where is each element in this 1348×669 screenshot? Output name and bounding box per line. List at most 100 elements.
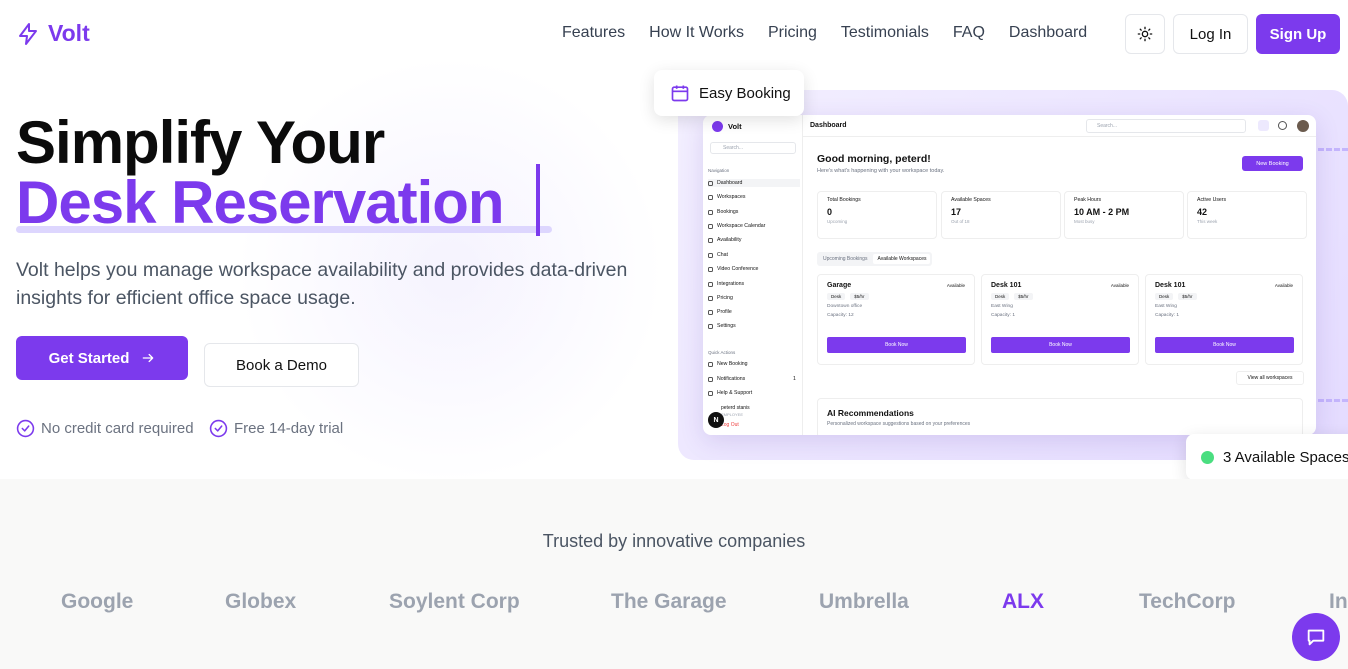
- help-icon: [708, 390, 713, 396]
- chat-icon: [1307, 629, 1325, 646]
- mock-card-tags: Desk $5/hr: [827, 293, 965, 300]
- mock-logout: Log Out: [721, 422, 739, 428]
- trusted-title: Trusted by innovative companies: [542, 531, 806, 551]
- trusted-section: Trusted by innovative companies Google G…: [0, 479, 1348, 669]
- mock-stat-card: Peak Hours 10 AM - 2 PM Most busy: [1064, 191, 1184, 239]
- mock-stat-value: 42: [1197, 207, 1208, 217]
- mock-tab-available: Available Workspaces: [873, 254, 931, 264]
- company-logo: In: [1329, 590, 1348, 613]
- mock-nav-label: Workspaces: [717, 194, 746, 200]
- mock-sidebar: Volt Search... Navigation Dashboard Work…: [703, 115, 803, 435]
- mock-nav-bookings: Bookings: [708, 209, 738, 215]
- landing-page: Volt Features How It Works Pricing Testi…: [0, 0, 1348, 669]
- sun-icon: [1137, 26, 1153, 42]
- company-logo: The Garage: [611, 590, 727, 613]
- mock-tab-upcoming: Upcoming Bookings: [823, 256, 868, 262]
- mock-nav-label: New Booking: [717, 361, 748, 367]
- nav-faq[interactable]: FAQ: [953, 24, 985, 42]
- mock-workspace-card: Garage Available Desk $5/hr Downtown offi…: [817, 274, 975, 365]
- calendar-icon: [671, 85, 689, 102]
- perk-no-credit-card: No credit card required: [16, 419, 194, 438]
- company-logo: Umbrella: [819, 590, 909, 613]
- dashboard-mockup: Volt Search... Navigation Dashboard Work…: [703, 115, 1316, 435]
- mock-nav-label: Settings: [717, 323, 736, 329]
- mock-nav-settings: Settings: [708, 323, 736, 329]
- mock-card-capacity: Capacity: 1: [991, 313, 1015, 318]
- arrow-right-icon: [143, 353, 154, 363]
- mock-nav-chat: Chat: [708, 252, 728, 258]
- decorative-dash: [1318, 399, 1348, 402]
- mock-greeting-sub: Here's what's happening with your worksp…: [817, 168, 945, 174]
- mock-bell-icon: [1258, 120, 1269, 131]
- bell-icon: [708, 376, 713, 382]
- mock-card-location: East Wing: [1155, 304, 1177, 309]
- mock-quick-new-booking: New Booking: [708, 361, 748, 367]
- mock-quick-notifications: Notifications 1: [708, 376, 796, 382]
- mock-card-title: Desk 101: [991, 282, 1022, 289]
- mock-tabs: Upcoming Bookings Available Workspaces: [817, 252, 933, 266]
- mock-book-now-button: Book Now: [827, 337, 966, 353]
- easy-booking-badge: Easy Booking: [654, 70, 804, 116]
- card-icon: [708, 295, 713, 301]
- mock-user-name: peterd stanis: [721, 405, 750, 411]
- brand-logo[interactable]: Volt: [16, 20, 90, 47]
- nav-testimonials[interactable]: Testimonials: [841, 24, 929, 42]
- main-nav: Features How It Works Pricing Testimonia…: [562, 24, 1087, 42]
- book-demo-button[interactable]: Book a Demo: [204, 343, 359, 387]
- login-button[interactable]: Log In: [1173, 14, 1248, 54]
- mock-card-location: Downtown office: [827, 304, 863, 309]
- mock-ai-title: AI Recommendations: [827, 408, 914, 418]
- mock-notif-count: 1: [793, 376, 796, 382]
- mock-topbar: Dashboard Search...: [803, 115, 1316, 137]
- mock-book-now-button: Book Now: [991, 337, 1130, 353]
- mock-card-tags: Desk $5/hr: [991, 293, 1129, 300]
- nav-dashboard[interactable]: Dashboard: [1009, 24, 1087, 42]
- mock-card-status: Available: [1274, 283, 1293, 288]
- mock-nav-label: Availability: [717, 237, 742, 243]
- company-logo: Google: [61, 590, 134, 613]
- clock-icon: [708, 237, 713, 243]
- chat-button[interactable]: [1292, 613, 1340, 661]
- nav-features[interactable]: Features: [562, 24, 625, 42]
- check-circle-icon: [209, 419, 228, 438]
- mock-top-search: Search...: [1086, 119, 1246, 133]
- decorative-dash: [1318, 148, 1348, 151]
- mock-logo-icon: [712, 121, 723, 132]
- mock-ai-sub: Personalized workspace suggestions based…: [827, 421, 971, 427]
- company-logo: Soylent Corp: [389, 590, 520, 613]
- mock-card-title: Garage: [827, 282, 852, 289]
- mock-stat-card: Total Bookings 0 Upcoming: [817, 191, 937, 239]
- hero-title-line1: Simplify Your: [16, 109, 385, 176]
- mock-nav-video: Video Conference: [708, 266, 758, 272]
- mock-greeting: Good morning, peterd!: [817, 153, 931, 165]
- perk-free-trial: Free 14-day trial: [209, 419, 343, 438]
- theme-toggle-button[interactable]: [1125, 14, 1165, 54]
- mock-logo-text: Volt: [728, 122, 742, 131]
- mock-stat-value: 17: [951, 207, 962, 217]
- mock-card-title: Desk 101: [1155, 282, 1186, 289]
- get-started-button[interactable]: Get Started: [16, 336, 188, 380]
- site-header: Volt Features How It Works Pricing Testi…: [0, 0, 1348, 68]
- gear-icon: [708, 323, 713, 329]
- building-icon: [708, 194, 713, 200]
- perk-label: No credit card required: [41, 420, 194, 437]
- mock-stat-sub: This week: [1197, 219, 1218, 224]
- mock-workspace-card: Desk 101 Available Desk $5/hr East Wing C…: [981, 274, 1139, 365]
- signup-button[interactable]: Sign Up: [1256, 14, 1340, 54]
- mock-new-booking-button: New Booking: [1242, 156, 1303, 171]
- available-spaces-label: 3 Available Spaces: [1223, 448, 1348, 466]
- mock-stat-value: 0: [827, 207, 833, 217]
- mock-nav-label: Pricing: [717, 295, 733, 301]
- mock-stat-label: Active Users: [1197, 197, 1227, 203]
- mock-nav-dashboard: Dashboard: [708, 179, 800, 187]
- mock-ai-recommendations: AI Recommendations Personalized workspac…: [817, 398, 1303, 435]
- mock-nav-label: Notifications: [717, 376, 746, 382]
- easy-booking-label: Easy Booking: [699, 84, 791, 102]
- mock-nav-workspaces: Workspaces: [708, 194, 745, 200]
- mock-tag: Desk: [991, 293, 1010, 300]
- available-spaces-badge: 3 Available Spaces: [1186, 434, 1348, 480]
- nav-how-it-works[interactable]: How It Works: [649, 24, 744, 42]
- mock-nav-pricing: Pricing: [708, 295, 733, 301]
- mock-page-title: Dashboard: [810, 122, 847, 129]
- nav-pricing[interactable]: Pricing: [768, 24, 817, 42]
